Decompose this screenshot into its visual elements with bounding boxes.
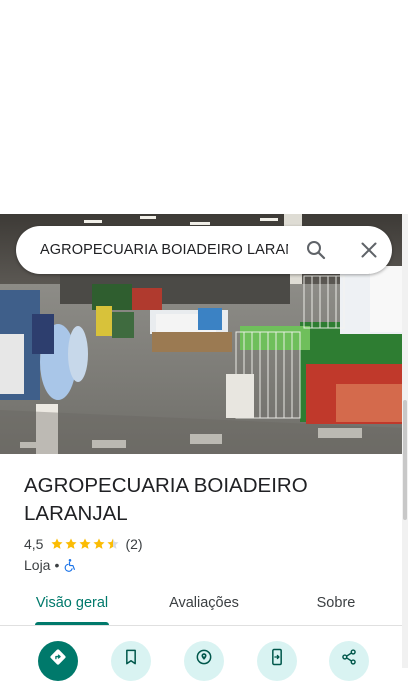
star-rating [50,537,120,551]
wheelchair-icon [65,559,76,572]
tab-bar: Visão geral Avaliações Sobre [0,586,402,626]
close-icon[interactable] [357,238,381,262]
save-button[interactable] [111,641,151,681]
tabs-divider [0,625,402,626]
tab-overview[interactable]: Visão geral [22,586,122,626]
scrollbar-thumb[interactable] [403,400,407,520]
share-button[interactable] [329,641,369,681]
star-icon [65,538,78,549]
star-icon [107,538,120,549]
rating-row[interactable]: 4,5 (2) [24,535,143,553]
search-bar[interactable]: AGROPECUARIA BOIADEIRO LARAN [16,226,392,274]
search-icon[interactable] [304,238,328,262]
bookmark-icon [126,649,136,664]
tab-reviews[interactable]: Avaliações [154,586,254,626]
tab-about[interactable]: Sobre [296,586,376,626]
send-to-phone-button[interactable] [257,641,297,681]
star-icon [51,538,64,549]
rating-value: 4,5 [24,536,44,552]
star-icon [93,538,106,549]
separator-dot: • [54,557,60,573]
share-icon [342,648,356,665]
directions-button[interactable] [38,641,78,681]
review-count[interactable]: (2) [125,536,142,552]
nearby-button[interactable] [184,641,224,681]
search-input[interactable]: AGROPECUARIA BOIADEIRO LARAN [40,242,288,258]
send-to-phone-icon [272,648,282,665]
place-category[interactable]: Loja [24,557,50,573]
star-icon [79,538,92,549]
category-row: Loja • [24,556,77,574]
place-title: AGROPECUARIA BOIADEIRO LARANJAL [24,474,308,525]
nearby-icon [196,649,212,664]
directions-icon [50,648,66,665]
